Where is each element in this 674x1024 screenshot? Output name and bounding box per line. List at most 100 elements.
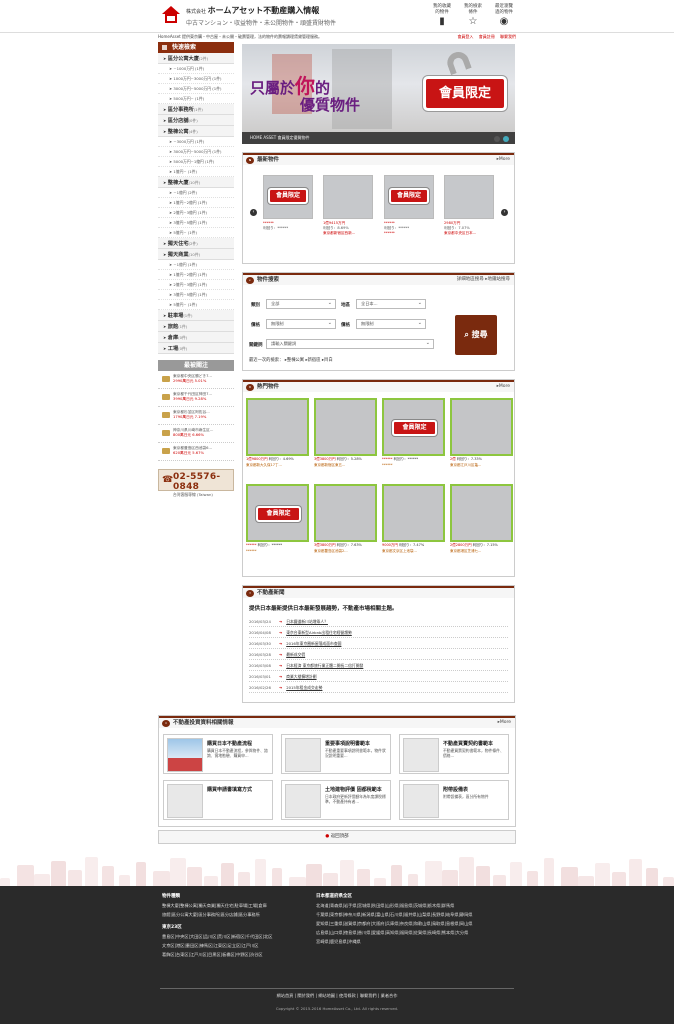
nav-favorites[interactable]: 我的收藏 的物件 ▮ xyxy=(428,3,456,27)
station-search-link[interactable]: 地鐵站搜尋 xyxy=(488,277,511,282)
logo-house-icon[interactable] xyxy=(160,4,182,26)
carousel-prev-icon[interactable]: ‹ xyxy=(250,209,257,216)
property-card[interactable]: 1億9415万円 利回り：8.69% 東京都新宿区西新... xyxy=(323,175,373,236)
hot-property-card[interactable]: 1億9800万円 利回り：4.69% 東京都新大久保17丁... xyxy=(246,398,309,468)
news-row[interactable]: 2016/03/08 ➔ 日本經濟 東京都旅行業正體二開長二倍打開發 xyxy=(249,660,508,671)
document-card[interactable]: 購買申請書填寫方式 xyxy=(163,780,273,820)
footer-link-row[interactable]: 整棟大廈|整棟公寓|獨天商業|獨天住宅|駐車場|工場|倉庫 xyxy=(162,901,312,910)
sidebar-subitem[interactable]: 2億円~3億円 (1件) xyxy=(158,208,234,218)
property-photo[interactable] xyxy=(246,398,309,456)
property-photo[interactable]: 會員限定 xyxy=(246,484,309,542)
news-link[interactable]: 日本鐵道新川站增乘人？ xyxy=(286,619,328,624)
slider-dots[interactable] xyxy=(491,135,509,144)
sidebar-subitem[interactable]: 2億円~3億円 (1件) xyxy=(158,280,234,290)
sidebar-category[interactable]: ➤ 獨天住宅(2件) xyxy=(158,238,234,249)
hot-property-card[interactable]: 3億3800万円 利回り：5.28% 東京都新宿区東五... xyxy=(314,398,377,468)
hot-property-card[interactable]: 2億 利回り：7.33% 東京都江戸川区亀... xyxy=(450,398,513,468)
sidebar-subitem[interactable]: 3000万円~5000万円 (1件) xyxy=(158,147,234,157)
footer-link-row[interactable]: 広島県|山口県|徳島県|香川県|愛媛県|高知県|福岡県|佐賀県|長崎県|熊本県|… xyxy=(316,928,512,937)
property-card[interactable]: 會員限定 ****** 利回り：****** xyxy=(263,175,313,231)
property-photo[interactable]: 會員限定 xyxy=(384,175,434,219)
sidebar-category[interactable]: ➤ 旅館(1件) xyxy=(158,321,234,332)
sidebar-subitem[interactable]: 3億円~5億円 (1件) xyxy=(158,218,234,228)
footer-link-row[interactable]: 葛飾区|台東区|江戸川区|目黒区|板橋区|中野区|渋谷区 xyxy=(162,950,312,959)
popular-item[interactable]: 東京都中央区勝どき7... 2990萬日元 5.01% xyxy=(158,371,234,389)
property-photo[interactable] xyxy=(444,175,494,219)
document-card[interactable]: 土地建物評價 固都稅範本 日本政府更新評價額年為年度課稅標準，不動產持有者... xyxy=(281,780,391,820)
property-card[interactable]: 2980万円 利回り：7.07% 東京都中央区日本... xyxy=(444,175,494,236)
price-min-select[interactable]: 無限制 xyxy=(266,319,336,329)
property-photo[interactable] xyxy=(450,398,513,456)
sidebar-subitem[interactable]: 3000万円~5000万円 (1件) xyxy=(158,84,234,94)
property-photo[interactable]: 會員限定 xyxy=(382,398,445,456)
sidebar-category[interactable]: ➤ 整棟公寓(4件) xyxy=(158,126,234,137)
footer-link-row[interactable]: 宮崎県|鹿児島県|沖縄県 xyxy=(316,937,512,946)
footer-link-row[interactable]: 豊島区|中央区|大田区|品川区|荒川区|新宿区|千代田区|北区 xyxy=(162,932,312,941)
news-row[interactable]: 2016/04/08 ➔ 東京台東新型Airbnb出租住宅經營趨勢 xyxy=(249,627,508,638)
footer-link-row[interactable]: 旅館|區分公寓大廈|區分事務所|區分店舖|區分事務所 xyxy=(162,910,312,919)
sidebar-subitem[interactable]: 1億円~2億円 (1件) xyxy=(158,198,234,208)
news-link[interactable]: 2016年東京圈新屋落成面市查圖 xyxy=(286,641,341,646)
sidebar-category[interactable]: ➤ 區分公寓大廈(2件) xyxy=(158,53,234,64)
carousel-next-icon[interactable]: › xyxy=(501,209,508,216)
hot-property-card[interactable]: 3億3800万円 利回り：7.63% 東京都豊島区池袋2... xyxy=(314,484,377,554)
news-link[interactable]: 2015年租金成交走勢 xyxy=(286,685,322,690)
document-card[interactable]: 附帶設備表 附帶設備表，區分所有物件 xyxy=(399,780,509,820)
popular-item[interactable]: 東京都千代田区神田7... 3990萬日元 9.28% xyxy=(158,389,234,407)
hot-more-link[interactable]: ▸More xyxy=(497,382,510,392)
sidebar-subitem[interactable]: ~1億円 (1件) xyxy=(158,260,234,270)
sidebar-subitem[interactable]: 1億円~ (1件) xyxy=(158,167,234,177)
sidebar-subitem[interactable]: 1000万円~3000万円 (1件) xyxy=(158,74,234,84)
document-card[interactable]: 不動產買賣契約書範本 不動產買賣契約書範本，物件條件、價格... xyxy=(399,734,509,774)
sidebar-category[interactable]: ➤ 工場(0件) xyxy=(158,343,234,354)
nav-history[interactable]: 最近瀏覽 過的物件 ◉ xyxy=(490,3,518,27)
area-search-link[interactable]: 詳細地區搜尋 xyxy=(457,277,484,282)
footer-link-row[interactable]: 北海道|青森県|岩手県|宮城県|秋田県|山形県|福島県|茨城県|栃木県|群馬県 xyxy=(316,901,512,910)
area-select[interactable]: 全日本... xyxy=(356,299,426,309)
sidebar-subitem[interactable]: 5000万円~1億円 (1件) xyxy=(158,157,234,167)
sidebar-subitem[interactable]: 5億円~ (1件) xyxy=(158,300,234,310)
news-row[interactable]: 2016/03/24 ➔ 日本鐵道新川站增乘人？ xyxy=(249,616,508,627)
document-card[interactable]: 重要事項說明書範本 不動產重要事項說明書範本，物件狀況說明重要... xyxy=(281,734,391,774)
property-card[interactable]: 會員限定 ****** 利回り：****** ****** xyxy=(384,175,434,236)
sidebar-category[interactable]: ➤ 駐車場(1件) xyxy=(158,310,234,321)
hot-property-card[interactable]: 9000万円 利回り：7.47% 東京都文京区上池袋... xyxy=(382,484,445,554)
footer-link-row[interactable]: 文京区|港区|墨田区|練馬区|江東区|足立区|江戸川区 xyxy=(162,941,312,950)
sidebar-category[interactable]: ➤ 區分事務所(1件) xyxy=(158,104,234,115)
popular-item[interactable]: 神奈川県川崎市麻生区... 800萬日元 6.66% xyxy=(158,425,234,443)
sidebar-subitem[interactable]: 3億円~5億円 (1件) xyxy=(158,290,234,300)
property-photo[interactable] xyxy=(314,398,377,456)
property-photo[interactable] xyxy=(450,484,513,542)
property-photo[interactable]: 會員限定 xyxy=(263,175,313,219)
sidebar-subitem[interactable]: ~1億円 (2件) xyxy=(158,188,234,198)
login-link[interactable]: 會員登入 xyxy=(457,34,473,39)
news-row[interactable]: 2016/03/01 ➔ 商業大樓擴增計劃 xyxy=(249,671,508,682)
news-link[interactable]: 東京台東新型Airbnb出租住宅經營趨勢 xyxy=(286,630,352,635)
document-card[interactable]: 購買日本不動產流程 購買日本不動產流程，參與物件、諮詢、實地勘驗、購買申... xyxy=(163,734,273,774)
news-link[interactable]: 日本經濟 東京都旅行業正體二開長二倍打開發 xyxy=(286,663,363,668)
hot-property-card[interactable]: 會員限定 ****** 利回り：****** ****** xyxy=(246,484,309,554)
recent-search-1[interactable]: 整棟公寓 xyxy=(287,358,304,363)
sidebar-subitem[interactable]: 5000万円~ (1件) xyxy=(158,94,234,104)
property-photo[interactable] xyxy=(323,175,373,219)
popular-item[interactable]: 東京都杉並区阿佐谷... 1790萬日元 7.19% xyxy=(158,407,234,425)
nav-saved-search[interactable]: 我的檢索 條件 ☆ xyxy=(459,3,487,27)
search-button[interactable]: ⌕ 搜尋 xyxy=(455,315,497,355)
sidebar-category[interactable]: ➤ 獨天商業(10件) xyxy=(158,249,234,260)
sidebar-subitem[interactable]: 1億円~2億円 (1件) xyxy=(158,270,234,280)
recent-search-2[interactable]: 新宿區 xyxy=(308,358,321,363)
hero-banner[interactable]: 只屬於你的 優質物件 會員限定 HOME ASSET 會員限定優質物件 xyxy=(242,44,515,144)
back-to-top-button[interactable]: ● 返回頂部 xyxy=(158,830,516,844)
new-more-link[interactable]: ▸More xyxy=(497,155,510,165)
type-select[interactable]: 全部 xyxy=(266,299,336,309)
footer-link-row[interactable]: 千葉県|東京都|神奈川県|新潟県|富山県|石川県|福井県|山梨県|長野県|岐阜県… xyxy=(316,910,512,919)
news-row[interactable]: 2016/03/28 ➔ 最新成交價 xyxy=(249,649,508,660)
news-row[interactable]: 2016/03/30 ➔ 2016年東京圈新屋落成面市查圖 xyxy=(249,638,508,649)
hot-property-card[interactable]: 會員限定 ****** 利回り：****** ****** xyxy=(382,398,445,468)
sidebar-category[interactable]: ➤ 區分店舖(0件) xyxy=(158,115,234,126)
phone-box[interactable]: ☎ 02-5576-0848 台灣客服專線 (Taiwan) xyxy=(158,469,234,497)
popular-item[interactable]: 東京都豊島区西池袋6... 620萬日元 5.67% xyxy=(158,443,234,461)
hot-property-card[interactable]: 2億2800万円 利回り：7.15% 東京都港区芝浦七... xyxy=(450,484,513,554)
sidebar-category[interactable]: ➤ 倉庫(0件) xyxy=(158,332,234,343)
price-max-select[interactable]: 無限制 xyxy=(356,319,426,329)
